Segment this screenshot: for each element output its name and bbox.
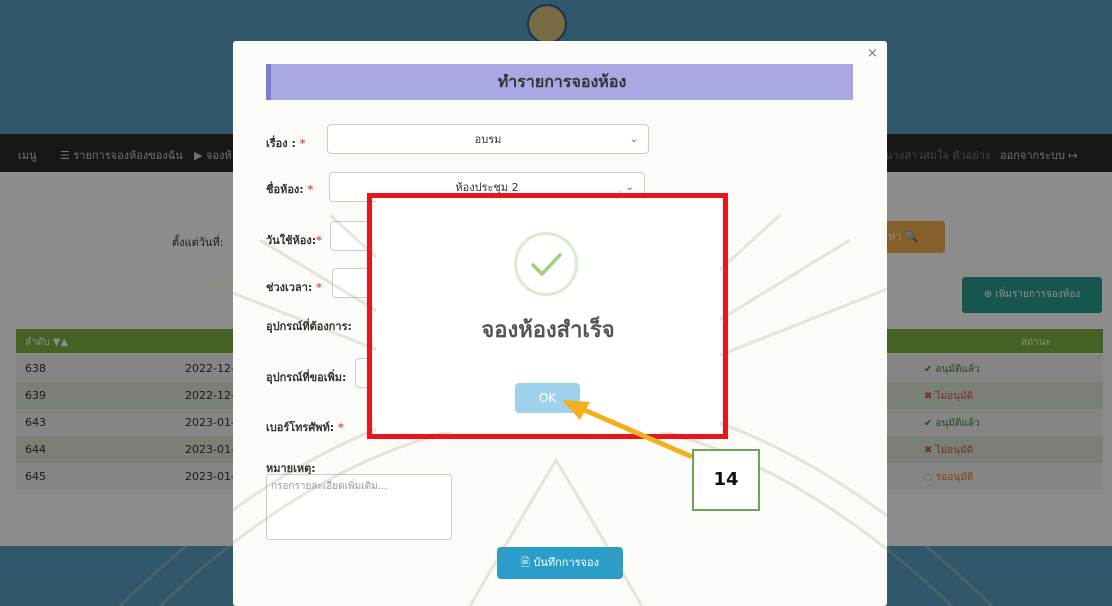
step-callout: 14 — [692, 449, 760, 511]
arrow-icon — [562, 400, 693, 459]
